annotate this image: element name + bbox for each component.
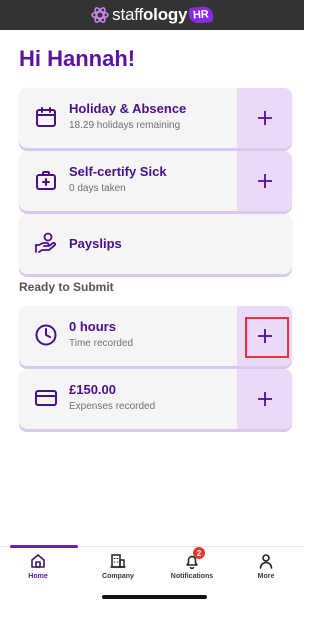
brand-badge: HR	[188, 6, 214, 24]
clock-icon	[34, 323, 58, 347]
medical-bag-icon	[34, 168, 58, 192]
add-time-button[interactable]	[237, 306, 292, 366]
expenses-title: £150.00	[69, 382, 116, 397]
tab-notifications[interactable]: 2 Notifications	[154, 547, 230, 589]
add-sick-button[interactable]	[237, 151, 292, 211]
tab-home[interactable]: Home	[0, 545, 78, 589]
app-header: staff ology HR	[0, 0, 304, 30]
ready-to-submit-heading: Ready to Submit	[19, 280, 114, 294]
tab-company[interactable]: Company	[80, 547, 156, 589]
bottom-tab-bar: Home Company 2 Notifications More	[0, 545, 304, 589]
building-icon	[110, 552, 126, 570]
tab-notifications-label: Notifications	[170, 573, 214, 580]
plus-icon	[257, 174, 272, 188]
plus-icon	[257, 329, 272, 343]
tab-home-label: Home	[28, 573, 48, 580]
tab-more[interactable]: More	[228, 547, 304, 589]
payslips-title: Payslips	[69, 236, 122, 251]
person-icon	[258, 552, 274, 570]
plus-icon	[257, 111, 272, 125]
bell-icon: 2	[184, 547, 205, 570]
hand-money-icon	[34, 231, 58, 255]
tab-more-label: More	[257, 573, 275, 580]
holiday-absence-card[interactable]: Holiday & Absence 18.29 holidays remaini…	[19, 88, 292, 148]
add-holiday-button[interactable]	[237, 88, 292, 148]
plus-icon	[257, 392, 272, 406]
greeting-title: Hi Hannah!	[19, 46, 136, 71]
card-icon	[34, 386, 58, 410]
self-certify-sick-card[interactable]: Self-certify Sick 0 days taken	[19, 151, 292, 211]
notification-badge: 2	[193, 547, 205, 559]
add-expense-button[interactable]	[237, 369, 292, 429]
brand-prefix: staff	[112, 5, 143, 24]
atom-logo-icon	[91, 6, 109, 24]
hours-subtitle: Time recorded	[69, 338, 134, 349]
tab-company-label: Company	[102, 573, 134, 580]
expenses-card[interactable]: £150.00 Expenses recorded	[19, 369, 292, 429]
expenses-subtitle: Expenses recorded	[69, 401, 156, 412]
hours-title: 0 hours	[69, 319, 116, 334]
brand-bold: ology	[142, 5, 188, 24]
time-recorded-card[interactable]: 0 hours Time recorded	[19, 306, 292, 366]
home-icon	[30, 552, 46, 570]
payslips-card[interactable]: Payslips	[19, 214, 292, 274]
sick-subtitle: 0 days taken	[69, 183, 126, 194]
calendar-icon	[34, 105, 58, 129]
holiday-title: Holiday & Absence	[69, 101, 187, 116]
sick-title: Self-certify Sick	[69, 164, 167, 179]
home-indicator	[102, 595, 207, 599]
brand-logo: staff ology HR	[91, 5, 214, 25]
holiday-subtitle: 18.29 holidays remaining	[69, 120, 181, 131]
